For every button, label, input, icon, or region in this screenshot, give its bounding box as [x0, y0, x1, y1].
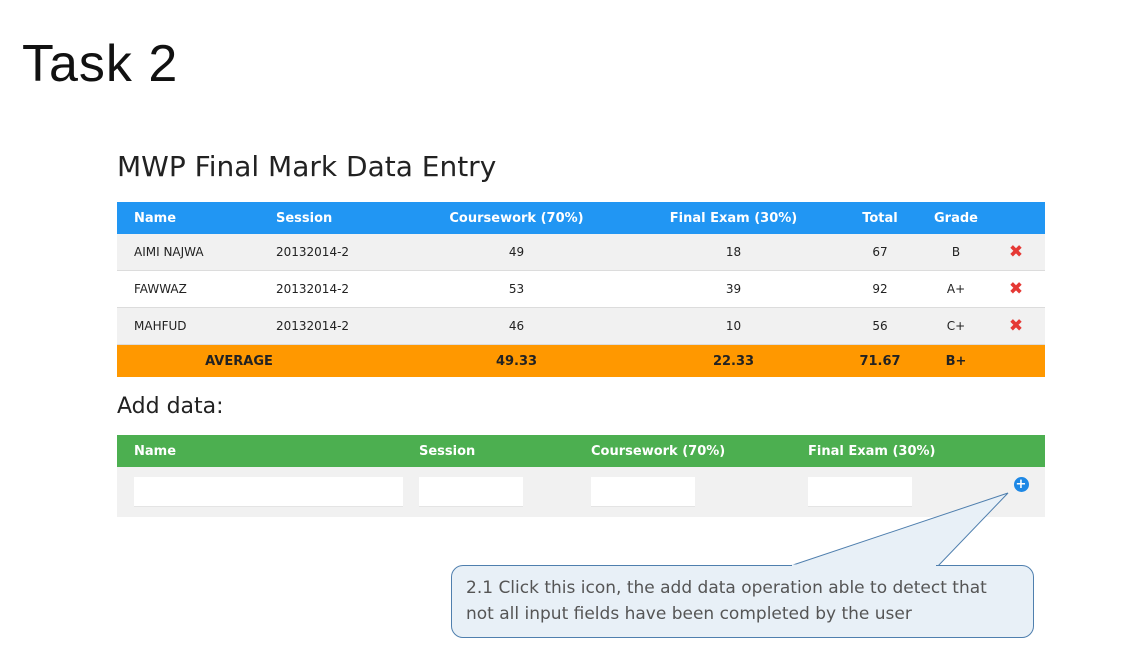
plus-circle-icon[interactable]: + [1013, 476, 1029, 492]
add-form-input-row: + [117, 467, 1045, 517]
page-title: MWP Final Mark Data Entry [117, 150, 497, 183]
cell-total: 56 [835, 307, 925, 345]
callout-box: 2.1 Click this icon, the add data operat… [451, 565, 1034, 638]
callout-text-line-1: 2.1 Click this icon, the add data operat… [466, 578, 987, 598]
column-header-grade: Grade [925, 202, 987, 234]
average-final-exam: 22.33 [632, 344, 835, 377]
session-input[interactable] [419, 477, 523, 507]
cell-final-exam: 39 [632, 270, 835, 308]
cell-coursework: 46 [401, 307, 632, 345]
x-delete-icon[interactable]: ✖ [1009, 280, 1023, 298]
average-actions-empty [987, 344, 1045, 377]
average-coursework: 49.33 [401, 344, 632, 377]
add-cell-action: + [997, 467, 1045, 517]
table-row: MAHFUD 20132014-2 46 10 56 C+ ✖ [117, 307, 1045, 345]
coursework-input[interactable] [591, 477, 695, 507]
cell-total: 92 [835, 270, 925, 308]
cell-coursework: 53 [401, 270, 632, 308]
add-cell-session [419, 467, 591, 517]
add-data-heading: Add data: [117, 394, 224, 419]
cell-final-exam: 18 [632, 234, 835, 271]
column-header-coursework: Coursework (70%) [401, 202, 632, 234]
average-grade: B+ [925, 344, 987, 377]
average-row: AVERAGE 49.33 22.33 71.67 B+ [117, 344, 1045, 377]
final-exam-input[interactable] [808, 477, 912, 507]
table-header-row: Name Session Coursework (70%) Final Exam… [117, 202, 1045, 234]
cell-session: 20132014-2 [259, 270, 401, 308]
cell-session: 20132014-2 [259, 307, 401, 345]
column-header-actions [987, 202, 1045, 234]
add-header-final-exam: Final Exam (30%) [808, 435, 997, 467]
cell-grade: B [925, 234, 987, 271]
add-cell-final-exam [808, 467, 997, 517]
column-header-total: Total [835, 202, 925, 234]
column-header-session: Session [259, 202, 401, 234]
cell-coursework: 49 [401, 234, 632, 271]
average-label: AVERAGE [117, 344, 401, 377]
cell-total: 67 [835, 234, 925, 271]
x-delete-icon[interactable]: ✖ [1009, 243, 1023, 261]
add-header-name: Name [117, 435, 419, 467]
average-total: 71.67 [835, 344, 925, 377]
cell-actions: ✖ [987, 270, 1045, 308]
x-delete-icon[interactable]: ✖ [1009, 317, 1023, 335]
add-header-coursework: Coursework (70%) [591, 435, 808, 467]
column-header-name: Name [117, 202, 259, 234]
table-row: FAWWAZ 20132014-2 53 39 92 A+ ✖ [117, 270, 1045, 308]
cell-actions: ✖ [987, 307, 1045, 345]
slide-title: Task 2 [22, 35, 179, 93]
cell-name: FAWWAZ [117, 270, 259, 308]
column-header-final-exam: Final Exam (30%) [632, 202, 835, 234]
cell-actions: ✖ [987, 234, 1045, 271]
cell-name: MAHFUD [117, 307, 259, 345]
callout-text-line-2: not all input fields have been completed… [466, 604, 912, 624]
cell-grade: C+ [925, 307, 987, 345]
cell-final-exam: 10 [632, 307, 835, 345]
add-form-header-row: Name Session Coursework (70%) Final Exam… [117, 435, 1045, 467]
marks-table: Name Session Coursework (70%) Final Exam… [117, 202, 1045, 377]
cell-session: 20132014-2 [259, 234, 401, 271]
name-input[interactable] [134, 477, 403, 507]
add-data-form: Name Session Coursework (70%) Final Exam… [117, 435, 1045, 517]
add-header-session: Session [419, 435, 591, 467]
cell-grade: A+ [925, 270, 987, 308]
add-cell-coursework [591, 467, 808, 517]
table-row: AIMI NAJWA 20132014-2 49 18 67 B ✖ [117, 234, 1045, 271]
add-cell-name [117, 467, 419, 517]
cell-name: AIMI NAJWA [117, 234, 259, 271]
add-header-actions [997, 435, 1045, 467]
